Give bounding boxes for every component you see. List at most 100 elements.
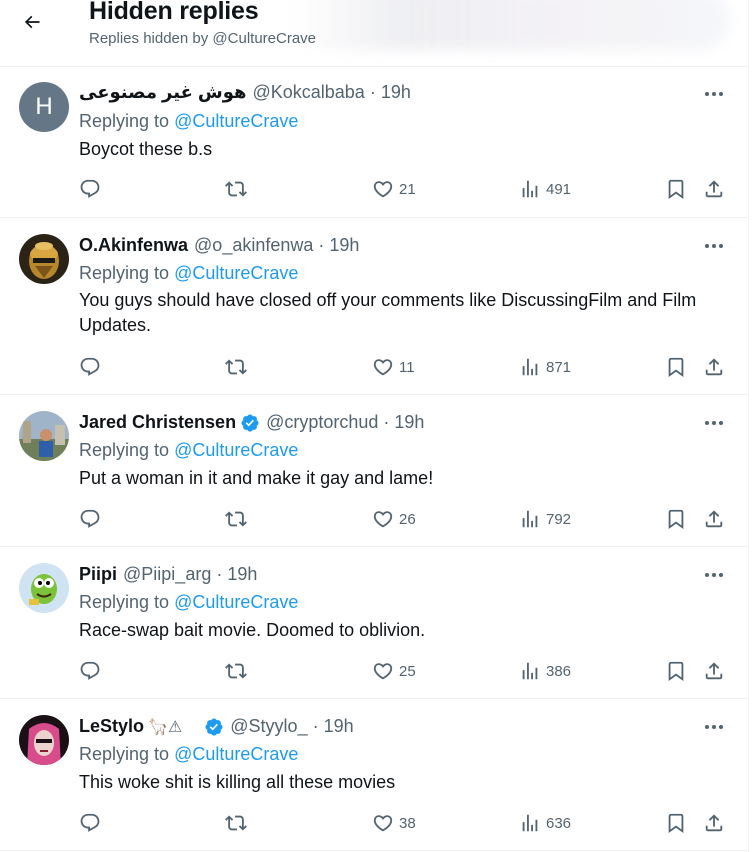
header-backdrop <box>290 0 730 50</box>
author-name[interactable]: LeStylo <box>79 716 144 737</box>
replying-prefix: Replying to <box>79 440 175 460</box>
views-count: 386 <box>546 662 572 680</box>
author-name[interactable]: Jared Christensen <box>79 412 236 433</box>
reply-button[interactable] <box>79 658 101 684</box>
separator-dot: · <box>318 235 325 255</box>
replying-prefix: Replying to <box>79 111 175 131</box>
views-button[interactable]: 636 <box>519 810 571 836</box>
bookmark-button[interactable] <box>665 658 687 684</box>
replying-to-link[interactable]: @CultureCrave <box>174 440 298 460</box>
author-handle[interactable]: @o_akinfenwa <box>194 235 313 256</box>
retweet-button[interactable] <box>225 506 247 532</box>
reply-button[interactable] <box>79 176 101 202</box>
retweet-button[interactable] <box>225 354 247 380</box>
views-icon <box>522 814 538 832</box>
like-button[interactable]: 21 <box>372 176 416 202</box>
retweet-icon <box>225 511 247 527</box>
bookmark-icon <box>668 179 684 200</box>
like-icon <box>373 511 393 528</box>
author-handle[interactable]: @Kokcalbaba <box>252 82 364 103</box>
retweet-button[interactable] <box>225 658 247 684</box>
like-button[interactable]: 38 <box>372 810 416 836</box>
reply-icon <box>80 813 100 832</box>
author-name[interactable]: Piipi <box>79 564 117 585</box>
bookmark-icon <box>668 357 684 378</box>
replying-to-link[interactable]: @CultureCrave <box>174 744 298 764</box>
replying-prefix: Replying to <box>79 592 175 612</box>
bookmark-button[interactable] <box>665 810 687 836</box>
retweet-icon <box>225 815 247 831</box>
reply-icon <box>80 661 100 680</box>
like-button[interactable]: 11 <box>372 354 415 380</box>
more-button[interactable] <box>700 83 728 105</box>
views-count: 792 <box>546 510 572 528</box>
retweet-button[interactable] <box>225 810 247 836</box>
share-button[interactable] <box>703 506 725 532</box>
author-name[interactable]: O.Akinfenwa <box>79 235 188 256</box>
like-button[interactable]: 25 <box>372 658 416 684</box>
avatar[interactable] <box>19 234 69 284</box>
like-icon <box>373 815 393 832</box>
views-button[interactable]: 491 <box>519 176 571 202</box>
avatar[interactable] <box>19 715 69 765</box>
share-button[interactable] <box>703 810 725 836</box>
bookmark-icon <box>668 509 684 530</box>
share-button[interactable] <box>703 354 725 380</box>
reply-tweet[interactable]: H هوش غیر مصنوعی @Kokcalbaba · 19h Reply… <box>0 67 748 218</box>
replying-to-link[interactable]: @CultureCrave <box>174 111 298 131</box>
like-icon <box>373 359 393 376</box>
more-button[interactable] <box>700 412 728 434</box>
author-handle[interactable]: @cryptorchud <box>266 412 378 433</box>
views-button[interactable]: 871 <box>519 354 571 380</box>
bookmark-button[interactable] <box>665 354 687 380</box>
bookmark-button[interactable] <box>665 176 687 202</box>
replying-to-link[interactable]: @CultureCrave <box>174 592 298 612</box>
like-button[interactable]: 26 <box>372 506 416 532</box>
share-icon <box>705 814 723 832</box>
reply-button[interactable] <box>79 354 101 380</box>
timestamp[interactable]: 19h <box>329 235 359 256</box>
author-handle[interactable]: @Piipi_arg <box>123 564 211 585</box>
views-button[interactable]: 792 <box>519 506 571 532</box>
views-icon <box>522 510 538 528</box>
separator-dot: · <box>216 564 223 584</box>
timestamp[interactable]: 19h <box>324 716 354 737</box>
share-button[interactable] <box>703 658 725 684</box>
reply-button[interactable] <box>79 810 101 836</box>
avatar[interactable] <box>19 563 69 613</box>
reply-button[interactable] <box>79 506 101 532</box>
share-icon <box>705 180 723 198</box>
reply-icon <box>80 357 100 376</box>
avatar[interactable] <box>19 411 69 461</box>
views-button[interactable]: 386 <box>519 658 571 684</box>
share-button[interactable] <box>703 176 725 202</box>
retweet-icon <box>225 181 247 197</box>
retweet-button[interactable] <box>225 176 247 202</box>
views-count: 871 <box>546 358 572 376</box>
bookmark-icon <box>668 813 684 834</box>
timestamp[interactable]: 19h <box>394 412 424 433</box>
avatar[interactable]: H <box>19 82 69 132</box>
more-button[interactable] <box>700 716 728 738</box>
reply-tweet[interactable]: Jared Christensen @cryptorchud · 19h Rep… <box>0 395 748 547</box>
replying-prefix: Replying to <box>79 263 175 283</box>
page-title: Hidden replies <box>89 0 259 25</box>
reply-tweet[interactable]: Piipi @Piipi_arg · 19h Replying to @Cult… <box>0 547 748 699</box>
author-name[interactable]: هوش غیر مصنوعی <box>79 82 246 103</box>
author-handle[interactable]: @Styylo_ <box>230 716 307 737</box>
more-button[interactable] <box>700 564 728 586</box>
views-count: 636 <box>546 814 572 832</box>
tweet-text: Boycot these b.s <box>79 139 213 159</box>
like-icon <box>373 181 393 198</box>
more-button[interactable] <box>700 235 728 257</box>
replying-to: Replying to @CultureCrave <box>79 744 298 765</box>
separator-dot: · <box>369 82 376 102</box>
reply-tweet[interactable]: LeStylo 🦙⚠ @Styylo_ · 19h Replying to @C… <box>0 699 748 851</box>
timestamp[interactable]: 19h <box>227 564 257 585</box>
timestamp[interactable]: 19h <box>381 82 411 103</box>
back-button[interactable] <box>14 4 50 40</box>
replying-to-link[interactable]: @CultureCrave <box>174 263 298 283</box>
reply-tweet[interactable]: O.Akinfenwa @o_akinfenwa · 19h Replying … <box>0 218 748 395</box>
reply-icon <box>80 179 100 198</box>
bookmark-button[interactable] <box>665 506 687 532</box>
